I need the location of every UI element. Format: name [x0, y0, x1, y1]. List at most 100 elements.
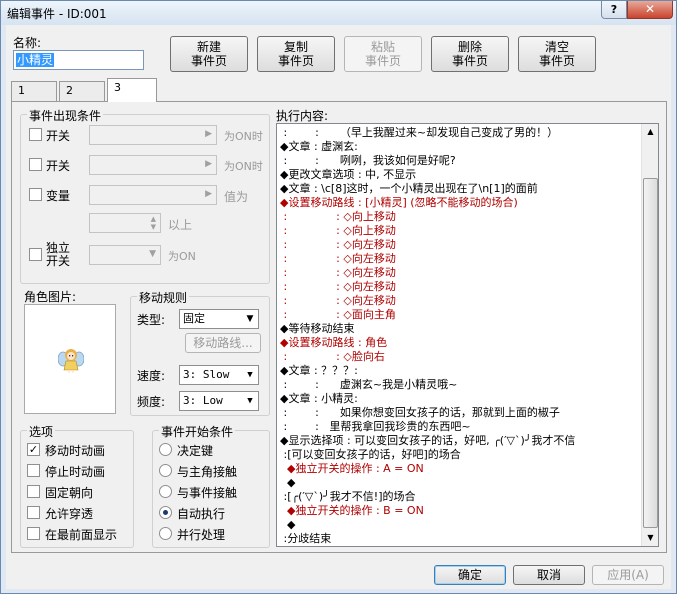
- command-line[interactable]: ◆更改文章选项 : 中, 不显示: [280, 168, 642, 182]
- command-line[interactable]: ◆: [280, 546, 642, 547]
- walk-anim-label: 移动时动画: [45, 444, 106, 458]
- cancel-button[interactable]: 取消: [513, 565, 585, 585]
- close-button[interactable]: ✕: [627, 1, 673, 19]
- command-line[interactable]: : : 里帮我拿回我珍贵的东西吧~: [280, 420, 642, 434]
- graphic-label: 角色图片:: [24, 290, 77, 304]
- always-top-label: 在最前面显示: [45, 528, 118, 542]
- move-speed-label: 速度:: [137, 369, 166, 383]
- tab-page-2[interactable]: 2: [59, 81, 105, 101]
- command-line[interactable]: :[╭(′▽`)╯我才不信!]的场合: [280, 490, 642, 504]
- move-type-value: 固定: [183, 312, 205, 325]
- move-freq-select[interactable]: 3: Low ▼: [179, 391, 259, 411]
- command-line[interactable]: ◆文章 : 小精灵:: [280, 392, 642, 406]
- self-switch-label: 独立 开关: [46, 242, 70, 268]
- self-switch-checkbox[interactable]: [29, 248, 42, 261]
- scroll-down-icon[interactable]: ▼: [643, 530, 658, 546]
- command-line[interactable]: : : ◇向左移动: [280, 294, 642, 308]
- command-line[interactable]: : : 咧咧，我该如何是好呢?: [280, 154, 642, 168]
- chevron-right-icon: ▶: [205, 189, 212, 199]
- event-commands-list[interactable]: : : （早上我醒过来~却发现自己变成了男的！） ◆文章 : 虚渊玄: : : 咧…: [276, 123, 659, 547]
- tab-page-3[interactable]: 3: [107, 78, 157, 102]
- new-page-label-1: 新建: [196, 40, 221, 54]
- move-route-button[interactable]: 移动路线...: [185, 333, 261, 353]
- command-line[interactable]: ◆文章 : 虚渊玄:: [280, 140, 642, 154]
- variable-select[interactable]: ▶: [89, 185, 217, 205]
- name-value: 小精灵: [16, 53, 55, 67]
- scroll-thumb[interactable]: [643, 178, 658, 528]
- trigger-player-touch-radio[interactable]: [159, 464, 172, 477]
- step-anim-checkbox[interactable]: [27, 464, 40, 477]
- command-line[interactable]: ◆独立开关的操作 : B = ON: [280, 504, 642, 518]
- switch1-select[interactable]: ▶: [89, 125, 217, 145]
- command-line[interactable]: ◆: [280, 518, 642, 532]
- command-line[interactable]: : : ◇向左移动: [280, 266, 642, 280]
- delete-page-button[interactable]: 删除 事件页: [431, 36, 509, 72]
- move-freq-label: 频度:: [137, 395, 166, 409]
- command-line[interactable]: ◆文章 : ？？？:: [280, 364, 642, 378]
- command-line[interactable]: : : ◇向左移动: [280, 238, 642, 252]
- list-scrollbar[interactable]: ▲ ▼: [641, 124, 658, 546]
- trigger-parallel-radio[interactable]: [159, 527, 172, 540]
- walk-anim-checkbox[interactable]: ✓: [27, 443, 40, 456]
- command-line[interactable]: ◆独立开关的操作 : A = ON: [280, 462, 642, 476]
- clear-page-button[interactable]: 清空 事件页: [518, 36, 596, 72]
- command-line[interactable]: : : ◇面向主角: [280, 308, 642, 322]
- move-speed-select[interactable]: 3: Slow ▼: [179, 365, 259, 385]
- options-group: 选项 ✓ 移动时动画 停止时动画 固定朝向 允许穿透 在最前面显示: [20, 423, 134, 548]
- paste-page-button[interactable]: 粘贴 事件页: [344, 36, 422, 72]
- command-line[interactable]: : : ◇向左移动: [280, 252, 642, 266]
- command-line[interactable]: : : 虚渊玄~我是小精灵哦~: [280, 378, 642, 392]
- trigger-autorun-radio[interactable]: [159, 506, 172, 519]
- character-graphic-box[interactable]: [24, 304, 116, 414]
- new-page-button[interactable]: 新建 事件页: [170, 36, 248, 72]
- movement-title: 移动规则: [137, 289, 190, 306]
- variable-value-spinner[interactable]: ▲ ▼: [89, 213, 161, 233]
- help-button[interactable]: ?: [601, 1, 627, 19]
- trigger-action-radio[interactable]: [159, 443, 172, 456]
- command-line[interactable]: : : 如果你想变回女孩子的话，那就到上面的椒子: [280, 406, 642, 420]
- always-top-checkbox[interactable]: [27, 527, 40, 540]
- trigger-event-touch-radio[interactable]: [159, 485, 172, 498]
- title-bar[interactable]: 编辑事件 - ID:001 ? ✕: [1, 1, 676, 25]
- command-line[interactable]: ◆设置移动路线 : 角色: [280, 336, 642, 350]
- variable-label: 变量: [46, 189, 71, 203]
- movement-group: 移动规则 类型: 固定 ▼ 移动路线... 速度: 3: Slow ▼ 频度: …: [130, 289, 270, 416]
- new-page-label-2: 事件页: [190, 54, 227, 68]
- command-line[interactable]: ◆设置移动路线 : [小精灵] (忽略不能移动的场合): [280, 196, 642, 210]
- copy-page-label-2: 事件页: [277, 54, 314, 68]
- direction-fix-checkbox[interactable]: [27, 485, 40, 498]
- trigger-action-label: 决定键: [177, 444, 214, 458]
- move-type-select[interactable]: 固定 ▼: [179, 309, 259, 329]
- command-line[interactable]: : : ◇向上移动: [280, 210, 642, 224]
- command-line[interactable]: : : ◇脸向右: [280, 350, 642, 364]
- command-line[interactable]: ◆: [280, 476, 642, 490]
- command-line[interactable]: :分歧结束: [280, 532, 642, 546]
- command-line[interactable]: : : ◇向上移动: [280, 224, 642, 238]
- command-line[interactable]: ◆显示选择项 : 可以变回女孩子的话，好吧, ╭(′▽`)╯我才不信: [280, 434, 642, 448]
- command-line[interactable]: : : ◇向左移动: [280, 280, 642, 294]
- command-line[interactable]: ◆文章 : \c[8]这时，一个小精灵出现在了\n[1]的面前: [280, 182, 642, 196]
- window-title: 编辑事件 - ID:001: [7, 7, 107, 21]
- command-line[interactable]: :[可以变回女孩子的话，好吧]的场合: [280, 448, 642, 462]
- ok-button[interactable]: 确定: [434, 565, 506, 585]
- name-input[interactable]: 小精灵: [13, 50, 144, 70]
- chevron-down-icon: ▼: [246, 314, 254, 324]
- switch1-label: 开关: [46, 129, 71, 143]
- switch1-checkbox[interactable]: [29, 128, 42, 141]
- move-freq-value: 3: Low: [183, 394, 223, 407]
- tab-page-1[interactable]: 1: [11, 81, 57, 101]
- trigger-group: 事件开始条件 决定键 与主角接触 与事件接触 自动执行 并行处理: [152, 423, 270, 548]
- switch2-checkbox[interactable]: [29, 158, 42, 171]
- command-line[interactable]: ◆等待移动结束: [280, 322, 642, 336]
- apply-button[interactable]: 应用(A): [592, 565, 664, 585]
- switch2-select[interactable]: ▶: [89, 155, 217, 175]
- scroll-up-icon[interactable]: ▲: [643, 124, 658, 140]
- through-checkbox[interactable]: [27, 506, 40, 519]
- switch2-suffix: 为ON时: [224, 160, 263, 173]
- command-line[interactable]: : : （早上我醒过来~却发现自己变成了男的！）: [280, 126, 642, 140]
- variable-checkbox[interactable]: [29, 188, 42, 201]
- copy-page-button[interactable]: 复制 事件页: [257, 36, 335, 72]
- through-label: 允许穿透: [45, 507, 94, 521]
- self-switch-select[interactable]: ▼: [89, 245, 161, 265]
- trigger-title: 事件开始条件: [159, 423, 236, 440]
